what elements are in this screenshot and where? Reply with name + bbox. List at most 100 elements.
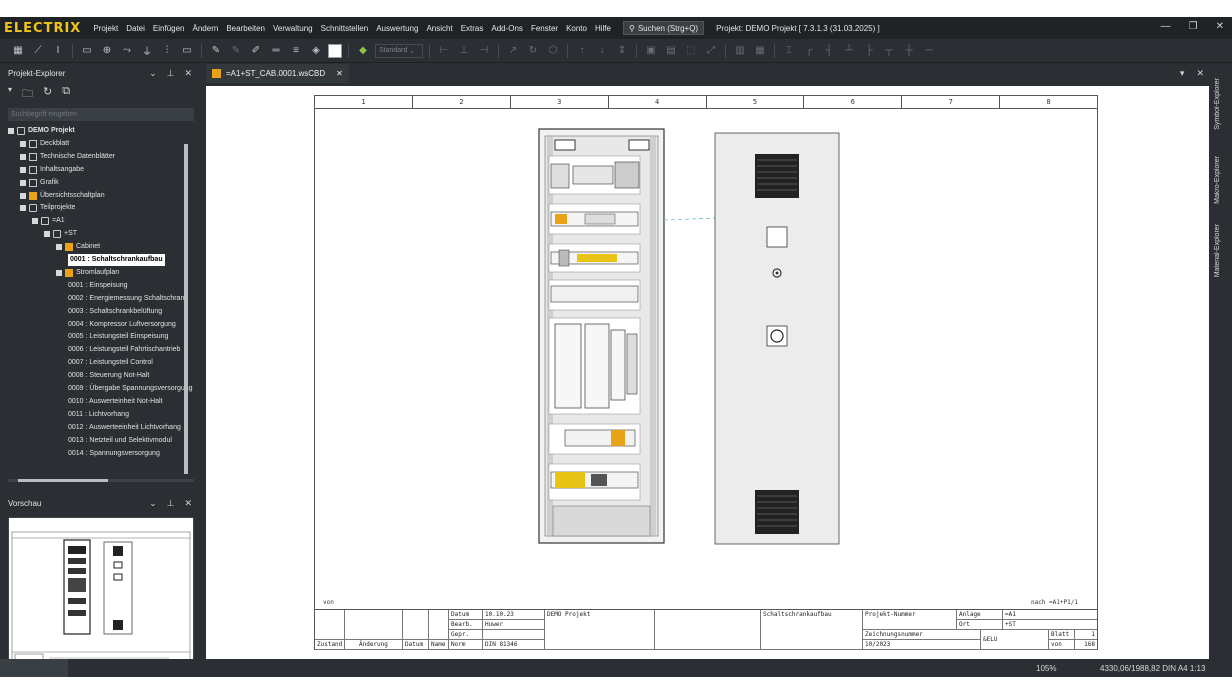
tree-item[interactable]: 0014 : Spannungsversorgung: [68, 448, 160, 460]
search-button[interactable]: ⚲ Suchen (Strg+Q): [622, 21, 705, 35]
grid-icon[interactable]: ▦: [10, 43, 26, 59]
dropdown-arrow-icon[interactable]: ▾: [8, 85, 12, 104]
fill-icon[interactable]: ◈: [308, 43, 324, 59]
rectangle-tool-icon[interactable]: ▭: [79, 43, 95, 59]
drawing-canvas[interactable]: 12345678 von nach =A1+P1/1 Zustand Änder…: [206, 86, 1209, 673]
status-bar: 105% 4330,06/1988,82 DIN A4 1:13: [0, 659, 1232, 677]
line-style-icon[interactable]: ═: [268, 43, 284, 59]
symbol-tool-icon[interactable]: ⊕: [99, 43, 115, 59]
chevron-down-icon[interactable]: ⌄: [149, 498, 157, 509]
expand-icon[interactable]: [20, 140, 26, 147]
tree-item[interactable]: 0001 : Schaltschrankaufbau: [68, 254, 165, 266]
tree-item[interactable]: Teilprojekte: [20, 202, 75, 214]
menu-9[interactable]: Extras: [457, 24, 488, 33]
tree-horizontal-scrollbar[interactable]: [8, 479, 194, 482]
tab-list-icon[interactable]: ▾: [1180, 68, 1185, 79]
datum-value: 10.10.23: [483, 610, 545, 620]
close-icon[interactable]: ✕: [184, 68, 192, 79]
pen-icon[interactable]: ✐: [248, 43, 264, 59]
menu-12[interactable]: Konto: [562, 24, 591, 33]
tree-item[interactable]: 0004 : Kompressor Luftversorgung: [68, 319, 176, 331]
menu-13[interactable]: Hilfe: [591, 24, 615, 33]
tree-item[interactable]: Inhaltsangabe: [20, 164, 84, 176]
tree-item[interactable]: 0012 : Auswerteeinheit Lichtvorhang: [68, 422, 181, 434]
tree-scrollbar[interactable]: [184, 144, 188, 474]
tree-item[interactable]: +ST: [44, 228, 77, 240]
pin-icon[interactable]: ⊥: [167, 68, 175, 79]
collapse-icon[interactable]: [32, 218, 38, 225]
menu-11[interactable]: Fenster: [527, 24, 562, 33]
collapse-icon[interactable]: [44, 231, 50, 238]
tree-item[interactable]: DEMO Projekt: [8, 125, 75, 137]
tree-item[interactable]: Deckblatt: [20, 138, 69, 150]
tree-item[interactable]: 0011 : Lichtvorhang: [68, 409, 129, 421]
line-tool-icon[interactable]: ⟋: [30, 43, 46, 59]
preview-thumbnail[interactable]: [8, 517, 194, 672]
copy-icon[interactable]: ⧉: [62, 85, 70, 104]
pin-icon[interactable]: ⊥: [167, 498, 175, 509]
expand-icon[interactable]: [20, 153, 26, 160]
expand-icon[interactable]: [20, 166, 26, 173]
material-explorer-tab[interactable]: Material-Explorer: [1214, 224, 1221, 277]
tree-item[interactable]: 0002 : Energiemessung Schaltschrank: [68, 293, 188, 305]
new-folder-icon[interactable]: 🗀: [22, 85, 33, 104]
ground-tool-icon[interactable]: ⏚: [139, 43, 155, 59]
tree-item[interactable]: 0007 : Leistungsteil Control: [68, 357, 153, 369]
tree-item[interactable]: Stromlaufplan: [56, 267, 119, 279]
restore-button[interactable]: ❐: [1189, 21, 1198, 32]
layer-icon[interactable]: ◆: [355, 43, 371, 59]
tree-item[interactable]: Technische Datenblätter: [20, 151, 115, 163]
tree-item[interactable]: =A1: [32, 215, 65, 227]
collapse-icon[interactable]: [56, 244, 62, 251]
line-weight-icon[interactable]: ≡: [288, 43, 304, 59]
menu-6[interactable]: Schnittstellen: [317, 24, 373, 33]
tree-item[interactable]: Cabinet: [56, 241, 100, 253]
tree-item[interactable]: 0003 : Schaltschrankbelüftung: [68, 306, 162, 318]
explorer-search-input[interactable]: Suchbegriff eingeben: [8, 108, 194, 121]
menu-3[interactable]: Ändern: [189, 24, 223, 33]
connect-tool-icon[interactable]: ⤳: [119, 43, 135, 59]
tree-item[interactable]: Grafik: [20, 177, 59, 189]
collapse-icon[interactable]: [8, 128, 14, 134]
menu-2[interactable]: Einfügen: [149, 24, 189, 33]
makro-explorer-tab[interactable]: Makro-Explorer: [1214, 156, 1221, 204]
cursor-icon[interactable]: Ι: [50, 43, 66, 59]
tree-item[interactable]: 0013 : Netzteil und Selektivmodul: [68, 435, 172, 447]
zoom-level[interactable]: 105%: [1036, 664, 1056, 673]
color-picker[interactable]: [328, 43, 342, 58]
tree-item[interactable]: 0010 : Auswerteinheit Not-Halt: [68, 396, 163, 408]
close-icon[interactable]: ✕: [184, 498, 192, 509]
tree-item[interactable]: Übersichtsschaltplan: [20, 190, 105, 202]
menu-10[interactable]: Add-Ons: [487, 24, 527, 33]
menu-0[interactable]: Projekt: [89, 24, 122, 33]
document-tab[interactable]: =A1+ST_CAB.0001.wsCBD ✕: [206, 64, 349, 83]
collapse-icon[interactable]: [20, 205, 26, 212]
terminal-tool-icon[interactable]: ⫶: [159, 43, 175, 59]
brush-icon[interactable]: ✎: [208, 43, 224, 59]
menu-7[interactable]: Auswertung: [372, 24, 422, 33]
minimize-button[interactable]: —: [1161, 21, 1171, 32]
frame-tool-icon[interactable]: ▭: [179, 43, 195, 59]
close-document-icon[interactable]: ✕: [1196, 68, 1204, 79]
toolbar-separator: [636, 43, 637, 58]
style-select[interactable]: Standard ⌄: [375, 43, 423, 58]
tab-close-icon[interactable]: ✕: [336, 69, 343, 78]
tree-item[interactable]: 0001 : Einspeisung: [68, 280, 128, 292]
chevron-down-icon[interactable]: ⌄: [149, 68, 157, 79]
refresh-icon[interactable]: ↻: [43, 85, 52, 104]
scroll-thumb[interactable]: [18, 479, 108, 482]
tree-item[interactable]: 0009 : Übergabe Spannungsversorgung: [68, 383, 193, 395]
expand-icon[interactable]: [20, 179, 26, 186]
expand-icon[interactable]: [20, 192, 26, 199]
close-button[interactable]: ✕: [1216, 21, 1224, 32]
tree-item[interactable]: 0005 : Leistungsteil Einspeisung: [68, 331, 168, 343]
tree-item[interactable]: 0008 : Steuerung Not-Halt: [68, 370, 149, 382]
menu-5[interactable]: Verwaltung: [269, 24, 317, 33]
menu-4[interactable]: Bearbeiten: [222, 24, 269, 33]
menu-1[interactable]: Datei: [122, 24, 149, 33]
tree-item[interactable]: 0006 : Leistungsteil Fahrtischantrieb: [68, 344, 180, 356]
symbol-explorer-tab[interactable]: Symbol-Explorer: [1214, 78, 1221, 130]
menu-8[interactable]: Ansicht: [422, 24, 456, 33]
folder-icon: [53, 230, 61, 239]
collapse-icon[interactable]: [56, 269, 62, 276]
